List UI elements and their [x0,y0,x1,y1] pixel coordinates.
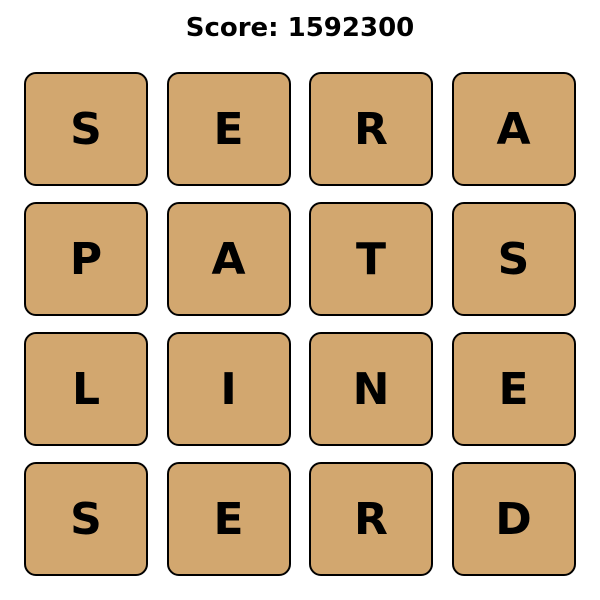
tile-r3-c1[interactable]: L [24,332,148,446]
tile-r1-c3[interactable]: R [309,72,433,186]
tile-r1-c1[interactable]: S [24,72,148,186]
tile-r4-c1[interactable]: S [24,462,148,576]
tile-r4-c3[interactable]: R [309,462,433,576]
tile-r3-c4[interactable]: E [451,332,576,446]
tile-r3-c3[interactable]: N [309,332,433,446]
tile-r2-c2[interactable]: A [166,202,291,316]
tile-r3-c2[interactable]: I [166,332,291,446]
tile-r1-c4[interactable]: A [451,72,576,186]
score-display: Score: 1592300 [185,13,415,43]
tile-r2-c3[interactable]: T [309,202,433,316]
tile-r2-c4[interactable]: S [451,202,576,316]
letter-board: S E R A P A T S L I N E S E R D [24,72,576,577]
tile-r4-c2[interactable]: E [166,462,291,576]
tile-r2-c1[interactable]: P [24,202,148,316]
tile-r4-c4[interactable]: D [451,462,576,576]
tile-r1-c2[interactable]: E [166,72,291,186]
game-container: Score: 1592300 S E R A P A T S L I N E S… [0,0,600,600]
